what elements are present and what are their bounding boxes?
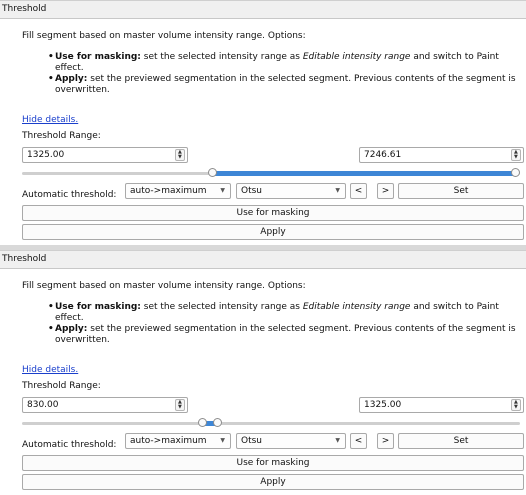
option-text: set the previewed segmentation in the se… xyxy=(55,324,516,345)
option-use-for-masking: • Use for masking: set the selected inten… xyxy=(48,52,499,73)
option-italic: Editable intensity range xyxy=(302,52,411,62)
description-text: Fill segment based on master volume inte… xyxy=(22,31,306,41)
use-for-masking-button[interactable]: Use for masking xyxy=(22,205,524,221)
description-text: Fill segment based on master volume inte… xyxy=(22,281,306,291)
option-title: Apply: xyxy=(55,74,88,84)
threshold-panel: Threshold Fill segment based on master v… xyxy=(0,250,526,495)
spin-down-icon[interactable]: ▼ xyxy=(514,405,518,410)
option-text: set the previewed segmentation in the se… xyxy=(55,74,516,95)
min-threshold-spinbox[interactable]: 830.00 ▲ ▼ xyxy=(22,397,188,413)
slider-min-handle[interactable] xyxy=(198,418,208,427)
mode-value: auto->maximum xyxy=(130,436,207,446)
min-threshold-value: 830.00 xyxy=(27,400,59,410)
chevron-down-icon: ▼ xyxy=(220,437,225,444)
slider-max-handle[interactable] xyxy=(212,418,222,427)
max-threshold-value: 7246.61 xyxy=(364,150,402,160)
max-spin-arrows[interactable]: ▲ ▼ xyxy=(511,149,521,161)
auto-threshold-method-combo[interactable]: Otsu ▼ xyxy=(236,183,346,199)
use-for-masking-button[interactable]: Use for masking xyxy=(22,455,524,471)
auto-threshold-method-combo[interactable]: Otsu ▼ xyxy=(236,433,346,449)
threshold-range-slider[interactable] xyxy=(22,168,520,178)
apply-button[interactable]: Apply xyxy=(22,474,524,490)
option-italic: Editable intensity range xyxy=(302,302,411,312)
min-threshold-value: 1325.00 xyxy=(27,150,65,160)
slider-min-handle[interactable] xyxy=(207,168,217,177)
option-text: set the selected intensity range as xyxy=(140,302,303,312)
method-value: Otsu xyxy=(241,186,263,196)
chevron-down-icon: ▼ xyxy=(220,187,225,194)
previous-threshold-button[interactable]: < xyxy=(350,183,367,199)
min-spin-arrows[interactable]: ▲ ▼ xyxy=(175,399,185,411)
automatic-threshold-label: Automatic threshold: xyxy=(22,440,117,450)
options-list: • Use for masking: set the selected inten… xyxy=(48,302,518,346)
auto-threshold-mode-combo[interactable]: auto->maximum ▼ xyxy=(125,433,231,449)
max-spin-arrows[interactable]: ▲ ▼ xyxy=(511,399,521,411)
threshold-panel: Threshold Fill segment based on master v… xyxy=(0,0,526,245)
threshold-range-slider[interactable] xyxy=(22,418,520,428)
chevron-down-icon: ▼ xyxy=(335,437,340,444)
panel-header[interactable]: Threshold xyxy=(0,250,526,269)
panel-header[interactable]: Threshold xyxy=(0,0,526,19)
min-spin-arrows[interactable]: ▲ ▼ xyxy=(175,149,185,161)
method-value: Otsu xyxy=(241,436,263,446)
next-threshold-button[interactable]: > xyxy=(377,183,394,199)
slider-groove xyxy=(22,422,520,425)
min-threshold-spinbox[interactable]: 1325.00 ▲ ▼ xyxy=(22,147,188,163)
set-threshold-button[interactable]: Set xyxy=(398,183,524,199)
next-threshold-button[interactable]: > xyxy=(377,433,394,449)
slider-max-handle[interactable] xyxy=(511,168,520,177)
hide-details-link[interactable]: Hide details. xyxy=(22,365,78,375)
threshold-range-label: Threshold Range: xyxy=(22,381,101,391)
option-text: set the selected intensity range as xyxy=(140,52,303,62)
option-apply: • Apply: set the previewed segmentation i… xyxy=(48,74,516,95)
apply-button[interactable]: Apply xyxy=(22,224,524,240)
spin-down-icon[interactable]: ▼ xyxy=(178,155,182,160)
slider-selected-range xyxy=(212,171,516,176)
threshold-range-label: Threshold Range: xyxy=(22,131,101,141)
automatic-threshold-label: Automatic threshold: xyxy=(22,190,117,200)
max-threshold-value: 1325.00 xyxy=(364,400,402,410)
hide-details-link[interactable]: Hide details. xyxy=(22,115,78,125)
chevron-down-icon: ▼ xyxy=(335,187,340,194)
option-title: Use for masking: xyxy=(55,52,141,62)
max-threshold-spinbox[interactable]: 1325.00 ▲ ▼ xyxy=(359,397,524,413)
option-apply: • Apply: set the previewed segmentation i… xyxy=(48,324,516,345)
option-title: Apply: xyxy=(55,324,88,334)
options-list: • Use for masking: set the selected inten… xyxy=(48,52,518,96)
previous-threshold-button[interactable]: < xyxy=(350,433,367,449)
auto-threshold-mode-combo[interactable]: auto->maximum ▼ xyxy=(125,183,231,199)
option-use-for-masking: • Use for masking: set the selected inten… xyxy=(48,302,499,323)
set-threshold-button[interactable]: Set xyxy=(398,433,524,449)
max-threshold-spinbox[interactable]: 7246.61 ▲ ▼ xyxy=(359,147,524,163)
mode-value: auto->maximum xyxy=(130,186,207,196)
spin-down-icon[interactable]: ▼ xyxy=(514,155,518,160)
spin-down-icon[interactable]: ▼ xyxy=(178,405,182,410)
option-title: Use for masking: xyxy=(55,302,141,312)
